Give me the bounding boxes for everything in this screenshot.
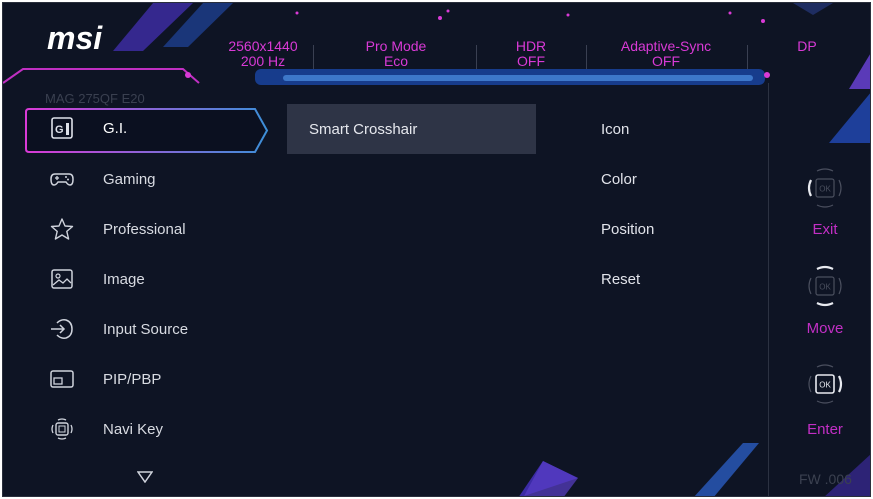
option-icon[interactable]: Icon: [601, 121, 629, 138]
navi-key-right-icon: OK: [808, 364, 843, 404]
menu-item-label: Navi Key: [103, 420, 164, 438]
menu-item-gaming[interactable]: Gaming: [25, 158, 265, 200]
navi-key-up-down-icon: OK: [808, 265, 842, 307]
menu-item-image[interactable]: Image: [25, 258, 265, 300]
navi-key-icon: [51, 418, 73, 440]
menu-item-label: Gaming: [103, 170, 156, 188]
status-hdr: HDR OFF: [515, 38, 547, 69]
status-separator: [586, 45, 587, 69]
status-separator: [313, 45, 314, 69]
svg-text:G: G: [55, 124, 64, 136]
image-icon: [51, 269, 73, 289]
scroll-down-icon[interactable]: [137, 471, 153, 483]
option-reset[interactable]: Reset: [601, 271, 640, 288]
nav-label-exit: Exit: [812, 221, 838, 238]
menu-item-pip-pbp[interactable]: PIP/PBP: [25, 358, 265, 400]
nav-label-enter: Enter: [807, 421, 843, 438]
input-source-icon: [51, 319, 73, 339]
status-resolution: 2560x1440 200 Hz: [228, 38, 298, 69]
menu-item-input-source[interactable]: Input Source: [25, 308, 265, 350]
option-position[interactable]: Position: [601, 221, 654, 238]
menu-item-professional[interactable]: Professional: [25, 208, 265, 250]
gamepad-icon: [50, 173, 74, 186]
option-color[interactable]: Color: [601, 171, 637, 188]
svg-text:OK: OK: [819, 185, 831, 194]
menu-item-gi[interactable]: G G.I.: [25, 107, 265, 149]
svg-text:OK: OK: [819, 283, 831, 292]
status-input: DP: [797, 38, 817, 54]
gi-icon: G: [51, 117, 73, 139]
menu-item-label: G.I.: [103, 119, 128, 137]
menu-item-label: Image: [103, 270, 145, 288]
menu-item-navi-key[interactable]: Navi Key: [25, 408, 265, 450]
model-name: MAG 275QF E20: [45, 91, 145, 106]
menu-item-label: PIP/PBP: [103, 370, 162, 388]
status-separator: [476, 45, 477, 69]
status-adaptive-sync: Adaptive-Sync OFF: [620, 38, 712, 69]
msi-logo: msi: [47, 21, 103, 56]
status-separator: [747, 45, 748, 69]
status-pro-mode: Pro Mode Eco: [365, 38, 427, 69]
star-icon: [50, 218, 74, 240]
menu-item-label: Input Source: [103, 320, 189, 338]
firmware-version: FW .006: [799, 471, 852, 487]
submenu-item-smart-crosshair[interactable]: Smart Crosshair: [287, 104, 536, 154]
navi-key-left-icon: OK: [807, 168, 842, 208]
menu-item-label: Professional: [103, 220, 186, 238]
submenu-label: Smart Crosshair: [309, 120, 418, 138]
divider: [768, 83, 769, 496]
svg-text:OK: OK: [819, 381, 831, 390]
osd-screen: msi 2560x1440 200 Hz Pro Mode Eco HDR OF…: [2, 2, 871, 497]
pip-icon: [50, 370, 74, 388]
svg-text:msi: msi: [47, 21, 103, 56]
nav-label-move: Move: [806, 320, 844, 337]
